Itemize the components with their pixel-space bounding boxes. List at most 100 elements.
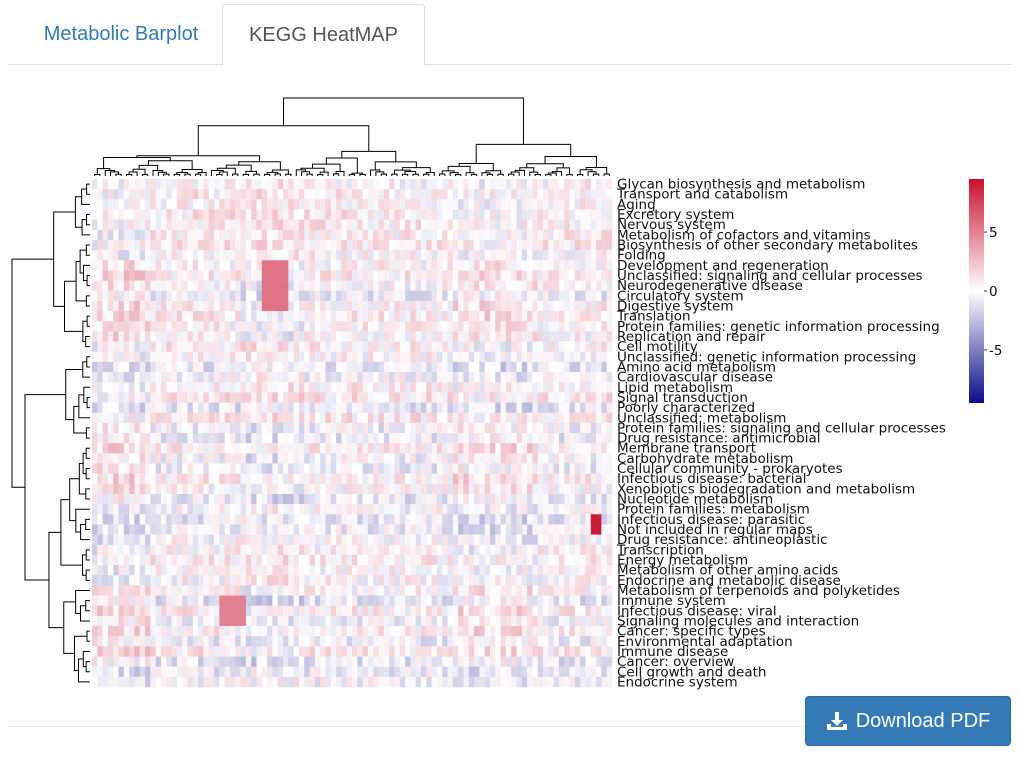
heatmap-cell [569,179,576,190]
heatmap-cell [298,595,305,607]
heatmap-cell [357,341,363,353]
heatmap-cell [203,554,210,566]
heatmap-cell [543,433,549,444]
heatmap-cell [245,554,252,566]
heatmap-cell [235,463,241,474]
heatmap-cell [219,585,225,596]
heatmap-cell [569,229,576,241]
heatmap-cell [160,605,167,617]
heatmap-cell [118,544,125,556]
heatmap-cell [410,595,416,607]
heatmap-cell [558,524,565,535]
heatmap-cell [298,331,305,342]
heatmap-cell [564,199,570,210]
heatmap-cell [341,433,347,444]
heatmap-cell [341,646,347,657]
heatmap-cell [139,676,146,688]
heatmap-cell [447,392,454,403]
heatmap-cell [463,321,470,332]
tab-metabolic-barplot[interactable]: Metabolic Barplot [16,4,226,65]
heatmap-cell [367,239,374,251]
heatmap-cell [123,463,130,474]
heatmap-cell [325,463,332,474]
heatmap-cell [527,504,533,515]
heatmap-cell [304,372,310,383]
heatmap-cell [511,433,517,444]
heatmap-cell [495,260,501,271]
heatmap-cell [288,290,294,302]
heatmap-cell [92,402,98,413]
heatmap-cell [527,341,533,353]
heatmap-cell [500,422,507,434]
heatmap-cell [484,219,491,231]
heatmap-cell [521,311,528,322]
heatmap-cell [145,341,151,353]
heatmap-cell [580,473,586,485]
heatmap-cell [362,179,369,190]
heatmap-cell [92,676,98,688]
heatmap-cell [415,453,422,464]
heatmap-cell [288,595,294,607]
heatmap-cell [166,554,172,566]
heatmap-cell [458,412,464,424]
heatmap-cell [341,575,347,586]
heatmap-cell [389,250,395,261]
heatmap-cell [214,534,220,546]
heatmap-cell [442,453,448,464]
heatmap-cell [511,636,517,647]
heatmap-cell [548,656,554,667]
heatmap-cell [187,483,194,495]
heatmap-cell [394,493,401,505]
heatmap-cell [383,504,390,515]
heatmap-cell [176,260,183,271]
heatmap-cell [574,189,581,200]
tab-kegg-heatmap[interactable]: KEGG HeatMAP [222,4,425,66]
heatmap-cell [182,504,188,515]
heatmap-cell [442,331,448,342]
heatmap-cell [214,524,220,535]
heatmap-cell [436,331,443,342]
heatmap-cell [272,179,279,190]
dendrogram-branch [391,173,398,176]
heatmap-cell [245,626,252,637]
heatmap-cell [272,392,279,403]
heatmap-cell [553,311,560,322]
heatmap-cell [564,585,570,596]
heatmap-cell [325,636,332,647]
heatmap-cell [208,433,215,444]
heatmap-cell [160,595,167,607]
heatmap-cell [283,504,289,515]
heatmap-cell [309,504,316,515]
heatmap-cell [288,585,294,596]
heatmap-cell [298,239,305,251]
heatmap-cell [389,351,395,363]
heatmap-cell [516,341,523,353]
heatmap-cell [261,341,268,353]
heatmap-cell [431,636,438,647]
heatmap-cell [118,534,125,546]
heatmap-cell [240,483,247,495]
heatmap-cell [505,290,512,302]
heatmap-cell [532,341,539,353]
heatmap-cell [336,341,342,353]
heatmap-cell [452,595,459,607]
heatmap-cell [383,636,390,647]
heatmap-cell [569,565,576,576]
heatmap-cell [176,534,183,546]
heatmap-cell [118,270,125,281]
heatmap-cell [288,372,294,383]
heatmap-cell [346,595,353,607]
heatmap-cell [107,463,114,474]
heatmap-cell [251,321,257,332]
heatmap-cell [155,483,162,495]
heatmap-cell [415,351,422,363]
heatmap-cell [102,483,109,495]
heatmap-cell [394,656,401,667]
heatmap-cell [320,412,326,424]
heatmap-cell [452,239,459,251]
heatmap-cell [314,331,321,342]
heatmap-cell [277,412,284,424]
heatmap-cell [590,636,597,647]
heatmap-cell [341,463,347,474]
heatmap-cell [139,372,146,383]
